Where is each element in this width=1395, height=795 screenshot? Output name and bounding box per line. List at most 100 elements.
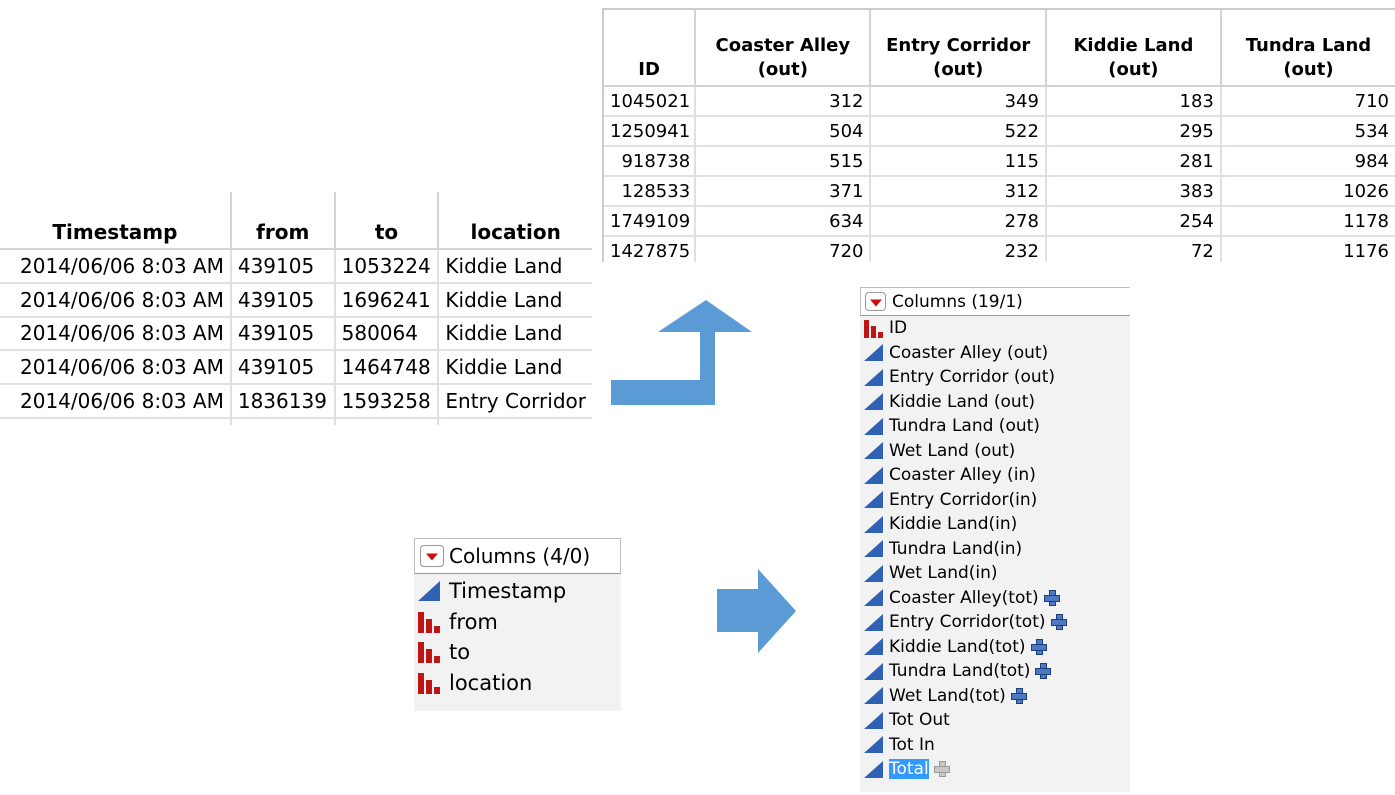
table-cell[interactable]: 2014/06/06 8:03 AM — [0, 350, 232, 386]
result-header-cell[interactable]: ID — [604, 10, 697, 87]
column-list-item[interactable]: Coaster Alley (out) — [860, 341, 1130, 366]
table-cell[interactable]: 2014/06/06 8:03 AM — [0, 249, 232, 284]
table-cell[interactable]: 710 — [1220, 86, 1395, 117]
table-cell[interactable]: 232 — [870, 236, 1047, 262]
table-cell[interactable]: 439105 — [230, 316, 336, 352]
formula-plus-icon[interactable] — [1049, 612, 1069, 632]
result-header-cell[interactable]: Kiddie Land (out) — [1045, 10, 1222, 87]
table-cell[interactable]: 1696241 — [334, 282, 440, 318]
column-list-item[interactable]: Kiddie Land(tot) — [860, 635, 1130, 660]
formula-plus-icon[interactable] — [932, 759, 952, 779]
table-cell[interactable]: Kiddie Land — [438, 249, 592, 284]
table-cell[interactable]: 1045021 — [604, 86, 697, 117]
table-row: 2014/06/06 8:03 AM 439105 1053224 Kiddie La… — [0, 249, 592, 284]
table-cell[interactable]: 115 — [870, 146, 1047, 177]
table-cell[interactable]: 72 — [1045, 236, 1222, 262]
column-list-item[interactable]: Total — [860, 757, 1130, 782]
column-list-item[interactable]: from — [414, 607, 621, 638]
table-cell[interactable]: 720 — [695, 236, 872, 262]
table-cell[interactable]: Kiddie Land — [438, 350, 592, 386]
table-cell[interactable]: 383 — [1045, 176, 1222, 207]
table-cell[interactable]: 580064 — [334, 316, 440, 352]
table-cell[interactable]: 371 — [695, 176, 872, 207]
column-list-item[interactable]: Wet Land(in) — [860, 561, 1130, 586]
header-from[interactable]: from — [230, 192, 336, 250]
header-line-2: Kiddie Land (out) — [1073, 35, 1194, 80]
column-name: Kiddie Land(tot) — [889, 636, 1026, 657]
table-cell[interactable]: Kiddie Land — [438, 316, 592, 352]
table-cell[interactable]: Entry Corridor — [438, 384, 592, 419]
column-list-item[interactable]: Tot Out — [860, 708, 1130, 733]
table-cell[interactable]: 984 — [1220, 146, 1395, 177]
table-cell[interactable]: 1250941 — [604, 116, 697, 147]
table-cell[interactable]: 1593258 — [334, 384, 440, 419]
column-list-item[interactable]: Coaster Alley(tot) — [860, 586, 1130, 611]
column-list-item[interactable]: Tundra Land(tot) — [860, 659, 1130, 684]
table-cell[interactable]: 534 — [1220, 116, 1395, 147]
table-cell[interactable]: 439105 — [230, 350, 336, 386]
header-line-1 — [604, 34, 694, 58]
table-cell[interactable]: 515 — [695, 146, 872, 177]
header-timestamp[interactable]: Timestamp — [0, 192, 232, 250]
table-cell[interactable]: 254 — [1045, 206, 1222, 237]
column-list-item[interactable]: Wet Land (out) — [860, 439, 1130, 464]
table-cell[interactable]: 1026 — [1220, 176, 1395, 207]
table-cell[interactable]: 312 — [870, 176, 1047, 207]
column-list-item[interactable]: Tundra Land (out) — [860, 414, 1130, 439]
table-cell[interactable]: 918738 — [604, 146, 697, 177]
continuous-column-icon — [864, 491, 883, 509]
table-cell[interactable]: 439105 — [230, 249, 336, 284]
column-list-item[interactable]: location — [414, 668, 621, 699]
column-list-item[interactable]: Coaster Alley (in) — [860, 463, 1130, 488]
continuous-column-icon — [864, 393, 883, 411]
table-cell[interactable]: 2014/06/06 8:03 AM — [0, 316, 232, 352]
result-header-cell[interactable]: Tundra Land (out) — [1220, 10, 1395, 87]
table-cell[interactable]: 128533 — [604, 176, 697, 207]
table-cell[interactable]: 439105 — [230, 282, 336, 318]
header-line-1: Coaster Alley — [715, 35, 851, 56]
column-list-item[interactable]: Timestamp — [414, 576, 621, 607]
result-header-cell[interactable]: Coaster Alley (out) — [695, 10, 872, 87]
formula-plus-icon[interactable] — [1042, 588, 1062, 608]
table-cell[interactable]: 1836139 — [230, 384, 336, 419]
column-list-item[interactable]: Entry Corridor(in) — [860, 488, 1130, 513]
table-cell[interactable]: 2014/06/06 8:03 AM — [0, 282, 232, 318]
table-cell[interactable]: Kiddie Land — [438, 282, 592, 318]
red-triangle-dropdown-icon[interactable] — [420, 545, 444, 567]
column-list-item[interactable]: Tundra Land(in) — [860, 537, 1130, 562]
column-list-item[interactable]: Kiddie Land(in) — [860, 512, 1130, 537]
table-cell[interactable]: 281 — [1045, 146, 1222, 177]
result-header-cell[interactable]: Entry Corridor (out) — [870, 10, 1047, 87]
table-cell[interactable]: 522 — [870, 116, 1047, 147]
column-list-item[interactable]: to — [414, 637, 621, 668]
header-to[interactable]: to — [334, 192, 440, 250]
table-cell[interactable]: 1053224 — [334, 249, 440, 284]
table-cell[interactable]: 2014/06/06 8:03 AM — [0, 384, 232, 419]
column-list-item[interactable]: Kiddie Land (out) — [860, 390, 1130, 415]
formula-plus-icon[interactable] — [1033, 661, 1053, 681]
column-list-item[interactable]: Entry Corridor (out) — [860, 365, 1130, 390]
table-cell[interactable]: 183 — [1045, 86, 1222, 117]
table-cell[interactable]: 1176 — [1220, 236, 1395, 262]
columns-panel-header: Columns (4/0) — [414, 538, 621, 574]
table-cell[interactable]: 295 — [1045, 116, 1222, 147]
column-list-item[interactable]: Tot In — [860, 733, 1130, 758]
header-location[interactable]: location — [438, 192, 592, 250]
column-list-item[interactable]: Wet Land(tot) — [860, 684, 1130, 709]
table-cell[interactable]: 504 — [695, 116, 872, 147]
table-cell[interactable]: 278 — [870, 206, 1047, 237]
table-cell[interactable]: 634 — [695, 206, 872, 237]
table-cell[interactable]: 1749109 — [604, 206, 697, 237]
table-cell[interactable]: 1427875 — [604, 236, 697, 262]
header-line-1 — [1047, 10, 1220, 34]
red-triangle-dropdown-icon[interactable] — [865, 292, 886, 311]
column-list-item[interactable]: ID — [860, 316, 1130, 341]
column-list-item[interactable]: Entry Corridor(tot) — [860, 610, 1130, 635]
formula-plus-icon[interactable] — [1029, 637, 1049, 657]
table-cell[interactable]: 1464748 — [334, 350, 440, 386]
table-cell[interactable]: 349 — [870, 86, 1047, 117]
table-cell[interactable]: 1178 — [1220, 206, 1395, 237]
right-arrow-icon — [717, 569, 796, 653]
formula-plus-icon[interactable] — [1009, 686, 1029, 706]
table-cell[interactable]: 312 — [695, 86, 872, 117]
